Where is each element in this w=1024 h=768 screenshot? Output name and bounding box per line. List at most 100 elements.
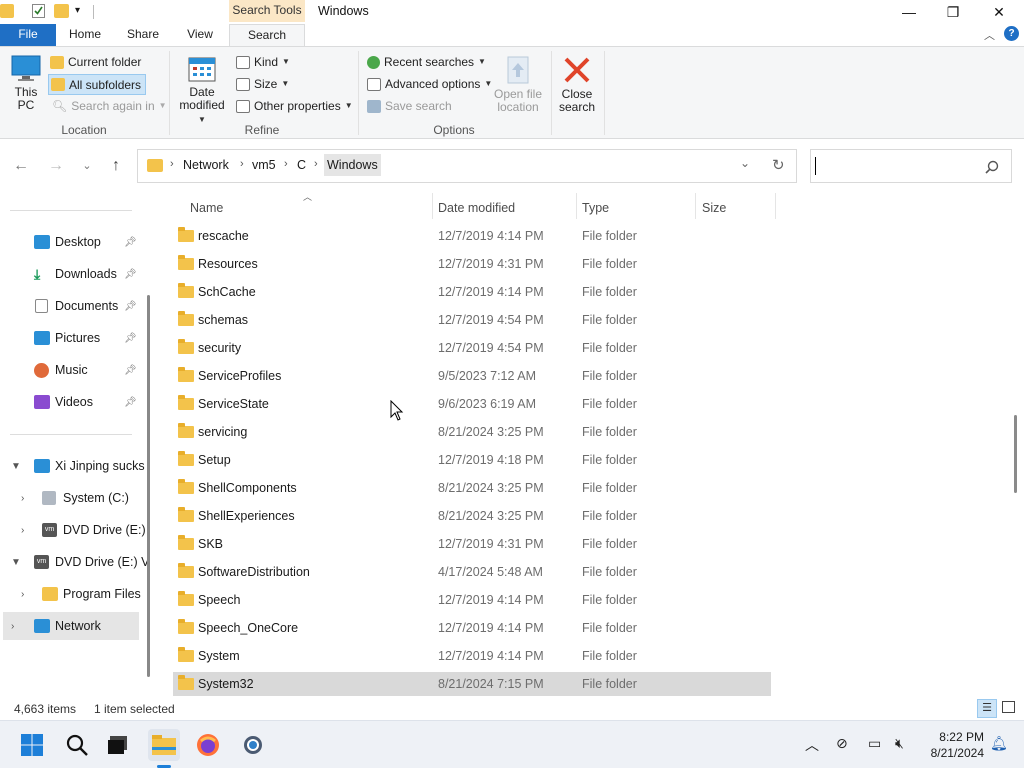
- network-disconnected-icon[interactable]: ⊘: [836, 735, 848, 752]
- nav-item-network[interactable]: › Network: [3, 612, 139, 640]
- tab-view[interactable]: View: [176, 24, 224, 46]
- display-icon[interactable]: ▭: [868, 735, 881, 752]
- pin-icon[interactable]: 📌︎: [124, 333, 137, 344]
- large-icons-view-icon[interactable]: [1002, 701, 1015, 713]
- search-input[interactable]: [815, 157, 975, 175]
- column-separator[interactable]: [576, 193, 577, 219]
- pin-icon[interactable]: 📌︎: [124, 301, 137, 312]
- column-separator[interactable]: [775, 193, 776, 219]
- search-icon[interactable]: [985, 160, 999, 174]
- nav-item-documents[interactable]: Documents 📌︎: [0, 293, 140, 319]
- this-pc-button[interactable]: This PC: [8, 55, 44, 112]
- nav-item-pictures[interactable]: Pictures 📌︎: [0, 325, 140, 351]
- file-list-scrollbar[interactable]: [1014, 415, 1017, 493]
- file-row[interactable]: SKB 12/7/2019 4:31 PM File folder: [173, 532, 771, 556]
- file-explorer-taskbar-button[interactable]: [148, 729, 180, 761]
- settings-button[interactable]: [237, 729, 269, 761]
- address-dropdown-icon[interactable]: ⌄: [740, 156, 750, 170]
- file-row[interactable]: System32 8/21/2024 7:15 PM File folder: [173, 672, 771, 696]
- nav-item-dvd-e[interactable]: › vm DVD Drive (E:): [0, 517, 146, 543]
- current-folder-button[interactable]: Current folder: [50, 52, 141, 72]
- file-row[interactable]: Resources 12/7/2019 4:31 PM File folder: [173, 252, 771, 276]
- search-again-in-button[interactable]: 🔍︎ Search again in ▼: [52, 96, 167, 116]
- maximize-button[interactable]: ❐: [930, 0, 976, 24]
- file-row[interactable]: ShellComponents 8/21/2024 3:25 PM File fol…: [173, 476, 771, 500]
- volume-muted-icon[interactable]: 🔇︎: [895, 735, 904, 752]
- file-row[interactable]: SoftwareDistribution 4/17/2024 5:48 AM Fil…: [173, 560, 771, 584]
- nav-item-videos[interactable]: Videos 📌︎: [0, 389, 140, 415]
- chevron-down-icon[interactable]: ▼: [11, 461, 21, 472]
- date-modified-button[interactable]: Date modified ▼: [174, 55, 230, 126]
- up-button[interactable]: ↑: [104, 155, 128, 177]
- chevron-right-icon[interactable]: ›: [21, 493, 24, 504]
- chevron-down-icon[interactable]: ▼: [11, 557, 21, 568]
- advanced-options-button[interactable]: Advanced options ▼: [367, 74, 492, 94]
- file-row[interactable]: ServiceProfiles 9/5/2023 7:12 AM File fold…: [173, 364, 771, 388]
- clock[interactable]: 8:22 PM 8/21/2024: [922, 729, 984, 761]
- recent-searches-button[interactable]: Recent searches ▼: [367, 52, 486, 72]
- back-button[interactable]: ←: [9, 155, 33, 177]
- properties-icon[interactable]: [32, 4, 45, 18]
- start-button[interactable]: [16, 729, 48, 761]
- file-row[interactable]: System 12/7/2019 4:14 PM File folder: [173, 644, 771, 668]
- search-box[interactable]: [810, 149, 1012, 183]
- forward-button[interactable]: →: [44, 155, 68, 177]
- breadcrumb-network[interactable]: Network: [183, 158, 229, 172]
- tab-search[interactable]: Search: [229, 24, 305, 47]
- tab-home[interactable]: Home: [60, 24, 110, 46]
- pin-icon[interactable]: 📌︎: [124, 237, 137, 248]
- collapse-ribbon-icon[interactable]: ︿: [984, 27, 995, 43]
- help-icon[interactable]: ?: [1004, 26, 1019, 41]
- chevron-right-icon[interactable]: ›: [21, 525, 24, 536]
- column-header-type[interactable]: Type: [582, 198, 609, 218]
- chevron-right-icon[interactable]: ›: [11, 621, 14, 632]
- customize-toolbar-icon[interactable]: ▾: [75, 5, 91, 19]
- pin-icon[interactable]: 📌︎: [124, 365, 137, 376]
- other-properties-button[interactable]: Other properties ▼: [236, 96, 353, 116]
- folder-icon[interactable]: [0, 4, 14, 18]
- file-row[interactable]: Speech 12/7/2019 4:14 PM File folder: [173, 588, 771, 612]
- file-row[interactable]: SchCache 12/7/2019 4:14 PM File folder: [173, 280, 771, 304]
- firefox-button[interactable]: [192, 729, 224, 761]
- column-separator[interactable]: [432, 193, 433, 219]
- kind-button[interactable]: Kind ▼: [236, 52, 290, 72]
- column-header-date-modified[interactable]: Date modified: [438, 198, 515, 218]
- file-row[interactable]: schemas 12/7/2019 4:54 PM File folder: [173, 308, 771, 332]
- breadcrumb-c[interactable]: C: [297, 158, 306, 172]
- column-header-size[interactable]: Size: [702, 198, 726, 218]
- close-button[interactable]: ✕: [976, 0, 1022, 24]
- column-separator[interactable]: [695, 193, 696, 219]
- tab-file[interactable]: File: [0, 24, 56, 46]
- chevron-right-icon[interactable]: ›: [21, 589, 24, 600]
- address-bar[interactable]: › Network › vm5 › C › Windows ⌄ ↻: [137, 149, 797, 183]
- minimize-button[interactable]: —: [886, 0, 932, 24]
- new-folder-icon[interactable]: [54, 4, 69, 18]
- task-view-button[interactable]: [102, 729, 134, 761]
- tab-share[interactable]: Share: [118, 24, 168, 46]
- nav-item-pc[interactable]: ▼ Xi Jinping sucks: [0, 453, 145, 479]
- search-button[interactable]: [61, 729, 93, 761]
- size-button[interactable]: Size ▼: [236, 74, 289, 94]
- open-file-location-button[interactable]: Open file location: [490, 55, 546, 114]
- recent-locations-button[interactable]: ⌄: [75, 155, 99, 177]
- nav-item-dvd-e-v[interactable]: ▼ vm DVD Drive (E:) V: [0, 549, 149, 575]
- nav-item-music[interactable]: Music 📌︎: [0, 357, 140, 383]
- file-row[interactable]: servicing 8/21/2024 3:25 PM File folder: [173, 420, 771, 444]
- refresh-icon[interactable]: ↻: [772, 156, 785, 174]
- close-search-button[interactable]: Close search: [556, 55, 598, 114]
- file-row[interactable]: rescache 12/7/2019 4:14 PM File folder: [173, 224, 771, 248]
- nav-item-downloads[interactable]: ⤓ Downloads 📌︎: [0, 261, 140, 287]
- nav-item-program-files[interactable]: › Program Files: [0, 581, 141, 607]
- nav-item-system-c[interactable]: › System (C:): [0, 485, 140, 511]
- nav-item-desktop[interactable]: Desktop 📌︎: [0, 229, 140, 255]
- file-row[interactable]: Speech_OneCore 12/7/2019 4:14 PM File fold…: [173, 616, 771, 640]
- pin-icon[interactable]: 📌︎: [124, 397, 137, 408]
- breadcrumb-windows[interactable]: Windows: [324, 154, 381, 176]
- file-row[interactable]: Setup 12/7/2019 4:18 PM File folder: [173, 448, 771, 472]
- details-view-icon[interactable]: ☰: [977, 699, 997, 718]
- pin-icon[interactable]: 📌︎: [124, 269, 137, 280]
- notification-bell-icon[interactable]: 🔔︎: [990, 735, 1008, 752]
- chevron-up-icon[interactable]: ︿: [805, 735, 819, 755]
- save-search-button[interactable]: Save search: [367, 96, 452, 116]
- breadcrumb-vm5[interactable]: vm5: [252, 158, 276, 172]
